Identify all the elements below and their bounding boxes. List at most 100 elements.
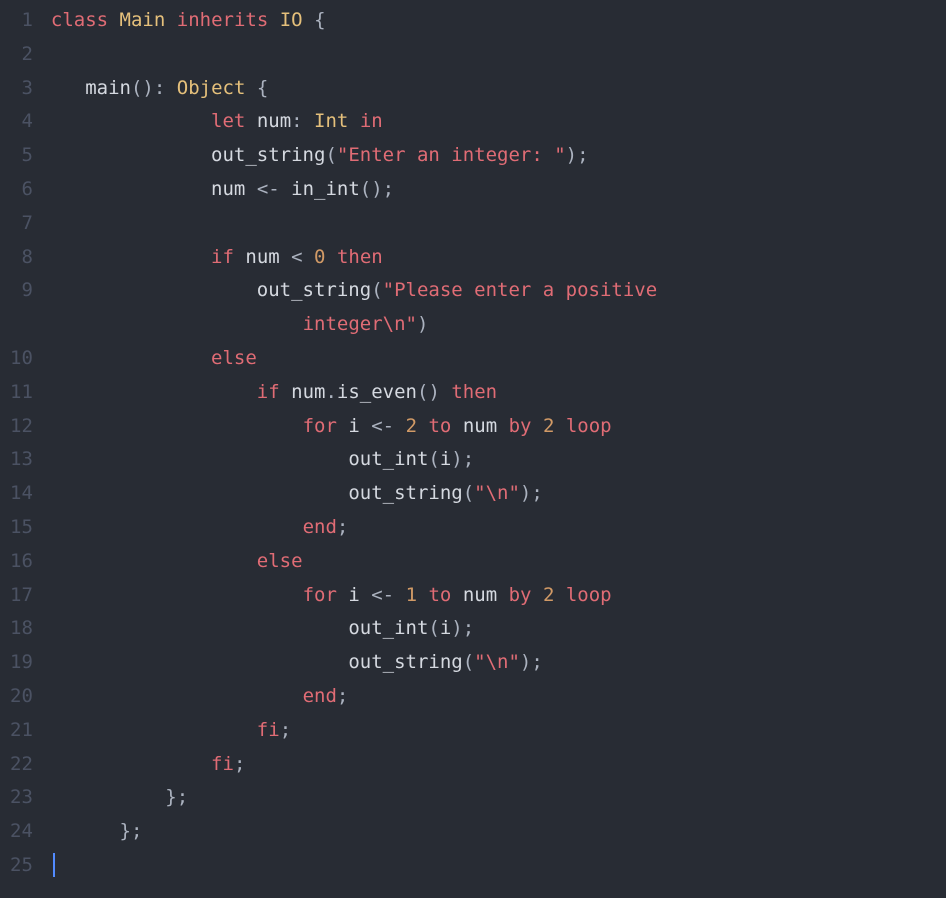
token-punct (280, 381, 291, 403)
token-kw: by (509, 584, 532, 606)
line-number: 24 (10, 815, 33, 849)
token-punct (165, 9, 176, 31)
line-number: 21 (10, 714, 33, 748)
token-punct (497, 584, 508, 606)
code-line[interactable]: else (51, 545, 946, 579)
code-line[interactable]: }; (51, 815, 946, 849)
line-number-gutter: 1234567891011121314151617181920212223242… (0, 0, 51, 898)
code-line[interactable]: fi; (51, 714, 946, 748)
line-number: 11 (10, 376, 33, 410)
token-type: Object (177, 77, 246, 99)
code-line[interactable]: if num.is_even() then (51, 376, 946, 410)
token-type: IO (280, 9, 303, 31)
code-line[interactable]: out_string("Enter an integer: "); (51, 139, 946, 173)
token-punct: ); (566, 144, 589, 166)
token-ident: num (463, 584, 497, 606)
token-kw: end (303, 516, 337, 538)
token-kw: class (51, 9, 108, 31)
token-punct (337, 584, 348, 606)
token-punct (337, 415, 348, 437)
code-line[interactable]: out_string("Please enter a positive (51, 274, 946, 308)
code-area[interactable]: class Main inherits IO { main(): Object … (51, 0, 946, 898)
code-line[interactable]: out_int(i); (51, 612, 946, 646)
token-kw: by (509, 415, 532, 437)
token-kw: loop (566, 415, 612, 437)
token-type: Main (120, 9, 166, 31)
code-line[interactable]: class Main inherits IO { (51, 4, 946, 38)
token-num: 1 (406, 584, 417, 606)
line-number: 1 (10, 4, 33, 38)
line-number: 4 (10, 105, 33, 139)
code-line[interactable] (51, 849, 946, 883)
token-fn: is_even (337, 381, 417, 403)
code-line[interactable]: for i <- 2 to num by 2 loop (51, 410, 946, 444)
code-line[interactable]: if num < 0 then (51, 241, 946, 275)
code-line[interactable] (51, 207, 946, 241)
token-punct (51, 381, 257, 403)
token-punct: }; (51, 820, 143, 842)
code-line[interactable]: let num: Int in (51, 105, 946, 139)
line-number: 15 (10, 511, 33, 545)
token-fn: out_string (257, 279, 371, 301)
token-punct: ; (337, 516, 348, 538)
line-number: 12 (10, 410, 33, 444)
token-punct (51, 144, 211, 166)
code-line[interactable]: fi; (51, 748, 946, 782)
token-punct (554, 415, 565, 437)
token-punct (348, 110, 359, 132)
token-str: integer\n" (303, 313, 417, 335)
token-num: 2 (543, 584, 554, 606)
line-number: 9 (10, 274, 33, 308)
token-ident: num (211, 178, 245, 200)
code-editor[interactable]: 1234567891011121314151617181920212223242… (0, 0, 946, 898)
token-str: "\n" (474, 482, 520, 504)
code-line[interactable]: out_int(i); (51, 443, 946, 477)
token-op: <- (360, 415, 406, 437)
line-number: 16 (10, 545, 33, 579)
token-ident: num (463, 415, 497, 437)
token-punct (108, 9, 119, 31)
token-fn: out_string (348, 651, 462, 673)
token-punct: ) (417, 313, 428, 335)
token-kw: else (257, 550, 303, 572)
line-number: 14 (10, 477, 33, 511)
line-number: 3 (10, 72, 33, 106)
line-number: 6 (10, 173, 33, 207)
code-line[interactable]: num <- in_int(); (51, 173, 946, 207)
code-line[interactable]: }; (51, 781, 946, 815)
code-line[interactable] (51, 38, 946, 72)
token-punct (51, 482, 348, 504)
token-punct (51, 753, 211, 775)
code-line[interactable]: integer\n") (51, 308, 946, 342)
token-punct (51, 77, 85, 99)
code-line[interactable]: for i <- 1 to num by 2 loop (51, 579, 946, 613)
token-punct (51, 347, 211, 369)
token-kw: for (303, 584, 337, 606)
code-line[interactable]: main(): Object { (51, 72, 946, 106)
line-number: 13 (10, 443, 33, 477)
code-line[interactable]: out_string("\n"); (51, 646, 946, 680)
line-number: 2 (10, 38, 33, 72)
line-number: 25 (10, 849, 33, 883)
token-punct: ( (428, 448, 439, 470)
token-op: < (280, 246, 314, 268)
token-kw: end (303, 685, 337, 707)
token-punct (417, 415, 428, 437)
code-line[interactable]: end; (51, 680, 946, 714)
token-punct: { (245, 77, 268, 99)
token-punct (51, 313, 303, 335)
token-kw: to (428, 415, 451, 437)
line-number: 5 (10, 139, 33, 173)
token-punct (51, 651, 348, 673)
token-ident: num (257, 110, 291, 132)
code-line[interactable]: end; (51, 511, 946, 545)
code-line[interactable]: else (51, 342, 946, 376)
token-punct: () (417, 381, 451, 403)
token-punct (51, 550, 257, 572)
token-punct (51, 246, 211, 268)
token-kw: for (303, 415, 337, 437)
code-line[interactable]: out_string("\n"); (51, 477, 946, 511)
line-number: 22 (10, 748, 33, 782)
line-number: 23 (10, 781, 33, 815)
token-punct: ; (234, 753, 245, 775)
